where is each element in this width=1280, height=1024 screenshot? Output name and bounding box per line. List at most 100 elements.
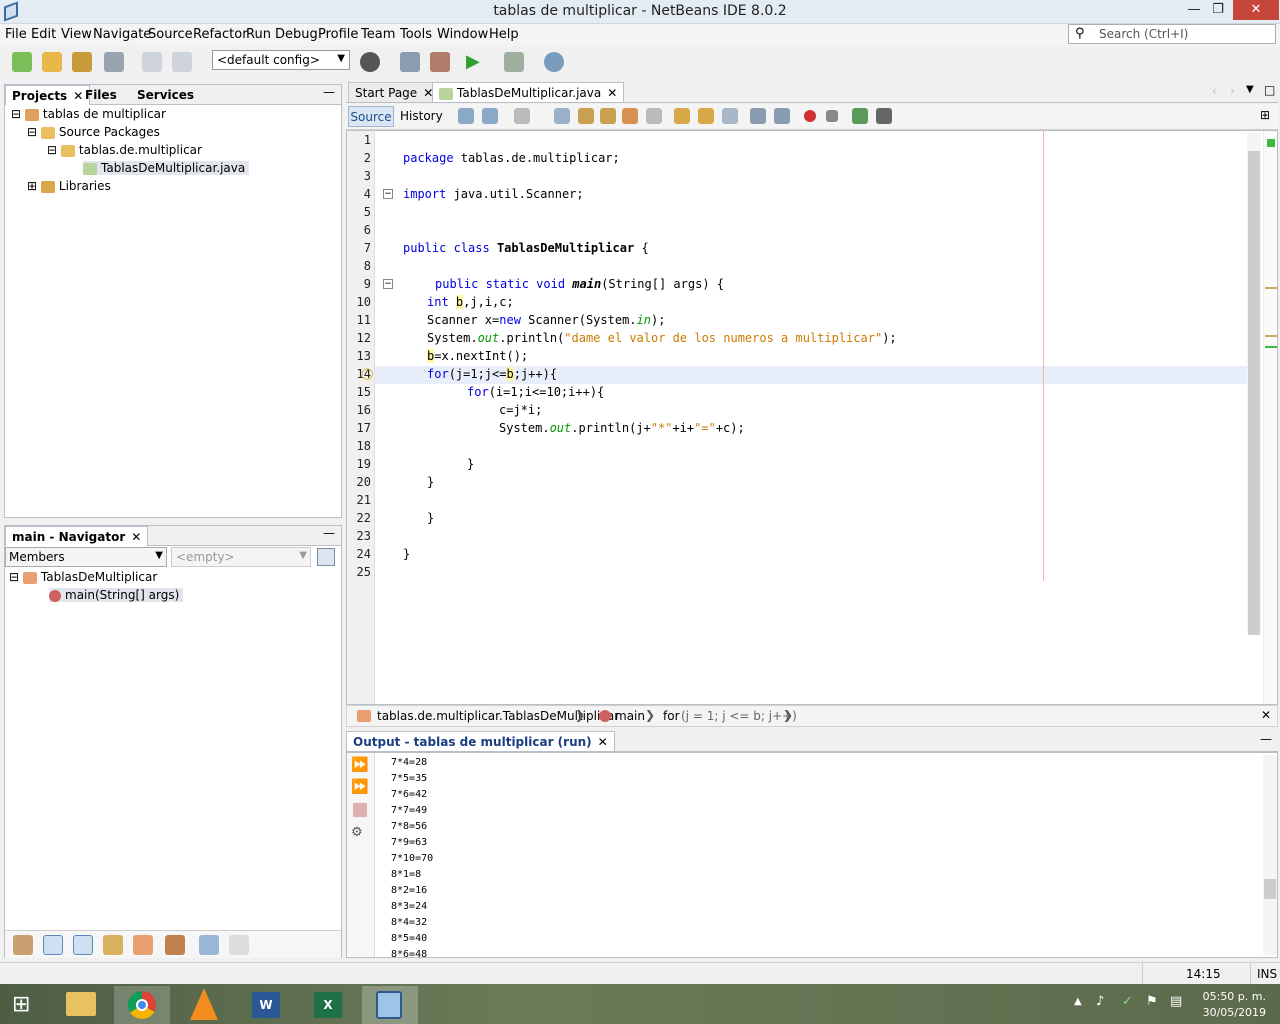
scroll-left-icon[interactable]: ‹ <box>1212 84 1217 98</box>
collapse-icon[interactable]: ⊟ <box>9 570 19 584</box>
mark[interactable] <box>1265 287 1277 289</box>
shift-right-icon[interactable] <box>774 108 790 124</box>
windows-start-icon[interactable]: ⊞ <box>12 992 30 1017</box>
uncomment-icon[interactable] <box>876 108 892 124</box>
run-project-icon[interactable]: ▶ <box>466 52 486 72</box>
stop-icon[interactable] <box>353 803 367 817</box>
scrollbar-thumb[interactable] <box>1264 879 1276 899</box>
show-static-icon[interactable] <box>73 935 93 955</box>
find-next-icon[interactable] <box>600 108 616 124</box>
sort-by-name-icon[interactable] <box>199 935 219 955</box>
menu-profile[interactable]: Profile <box>318 27 358 42</box>
comment-icon[interactable] <box>852 108 868 124</box>
chrome-icon[interactable] <box>114 986 170 1024</box>
new-project-icon[interactable] <box>42 52 62 72</box>
redo-icon[interactable] <box>172 52 192 72</box>
config-select[interactable]: <default config> ▼ <box>212 50 350 70</box>
close-icon[interactable]: ✕ <box>607 86 617 100</box>
menu-file[interactable]: File <box>5 27 27 42</box>
show-hidden-icons-icon[interactable]: ▲ <box>1074 996 1082 1007</box>
action-center-flag-icon[interactable]: ⚑ <box>1146 994 1158 1009</box>
fold-icon[interactable]: − <box>383 279 393 289</box>
clean-and-build-icon[interactable] <box>430 52 450 72</box>
show-inner-classes-icon[interactable] <box>133 935 153 955</box>
clean-build-hammer-icon[interactable] <box>400 52 420 72</box>
menu-view[interactable]: View <box>61 27 92 42</box>
tab-start-page[interactable]: Start Page ✕ <box>348 82 441 102</box>
minimize-panel-icon[interactable]: — <box>1260 732 1272 746</box>
security-icon[interactable]: ✓ <box>1122 994 1133 1009</box>
breadcrumb-method[interactable]: main <box>615 709 645 723</box>
rerun-icon[interactable]: ⏩ <box>351 757 368 773</box>
tab-projects[interactable]: Projects ✕ <box>5 85 91 105</box>
file-explorer-icon[interactable] <box>54 986 110 1024</box>
menu-navigate[interactable]: Navigate <box>93 27 151 42</box>
scope-select[interactable]: <empty> ▼ <box>171 547 311 567</box>
vertical-scrollbar[interactable] <box>1247 133 1261 635</box>
menu-run[interactable]: Run <box>246 27 271 42</box>
menu-debug[interactable]: Debug <box>275 27 318 42</box>
members-filter-select[interactable]: Members ▼ <box>5 547 167 567</box>
output-scrollbar[interactable] <box>1263 755 1277 955</box>
search-input[interactable]: ⚲ Search (Ctrl+I) <box>1068 24 1276 44</box>
collapse-icon[interactable]: ⊟ <box>27 125 37 139</box>
navigator-options-icon[interactable] <box>317 548 335 566</box>
mark[interactable] <box>1265 335 1277 337</box>
find-previous-icon[interactable] <box>578 108 594 124</box>
debug-project-icon[interactable] <box>504 52 524 72</box>
menu-tools[interactable]: Tools <box>400 27 432 42</box>
close-icon[interactable]: ✕ <box>131 530 141 544</box>
menu-help[interactable]: Help <box>489 27 519 42</box>
next-bookmark-icon[interactable] <box>698 108 714 124</box>
inherited-members-icon[interactable] <box>13 935 33 955</box>
menu-team[interactable]: Team <box>361 27 395 42</box>
back-icon[interactable] <box>482 108 498 124</box>
scroll-right-icon[interactable]: › <box>1230 84 1235 98</box>
rect-selection-icon[interactable] <box>646 108 662 124</box>
find-icon[interactable] <box>554 108 570 124</box>
code-editor[interactable]: 1 2 3 4 5 6 7 8 9 10 11 12 13 14 15 16 17 18 19 20 21 22 23 24 2… <box>346 130 1278 705</box>
start-macro-icon[interactable] <box>804 110 816 122</box>
history-button[interactable]: History <box>400 109 443 123</box>
menu-refactor[interactable]: Refactor <box>193 27 248 42</box>
volume-icon[interactable]: ♪ <box>1096 994 1104 1009</box>
last-edit-icon[interactable] <box>458 108 474 124</box>
maximize-button[interactable]: ❐ <box>1204 0 1232 20</box>
forward-icon[interactable] <box>514 108 530 124</box>
prev-bookmark-icon[interactable] <box>674 108 690 124</box>
undo-icon[interactable] <box>142 52 162 72</box>
clock-time[interactable]: 05:50 p. m. <box>1196 990 1266 1003</box>
close-icon[interactable]: ✕ <box>598 735 608 749</box>
collapse-icon[interactable]: ⊟ <box>11 107 21 121</box>
lightbulb-hint-icon[interactable]: ◯ <box>361 367 373 380</box>
tree-item-libraries[interactable]: ⊞ Libraries <box>27 179 111 193</box>
fqn-icon[interactable] <box>165 935 185 955</box>
nav-item-class[interactable]: ⊟ TablasDeMultiplicar <box>9 570 157 584</box>
show-fields-icon[interactable] <box>43 935 63 955</box>
rerun-with-params-icon[interactable]: ⏩ <box>351 779 368 795</box>
sort-by-source-icon[interactable] <box>229 935 249 955</box>
netbeans-taskbar-icon[interactable] <box>362 986 418 1024</box>
split-window-icon[interactable]: ⊞ <box>1260 108 1270 122</box>
vlc-icon[interactable] <box>176 986 232 1024</box>
minimize-panel-icon[interactable]: — <box>323 85 335 99</box>
stop-macro-icon[interactable] <box>826 110 838 122</box>
show-private-icon[interactable] <box>103 935 123 955</box>
save-all-icon[interactable] <box>104 52 124 72</box>
maximize-window-icon[interactable]: □ <box>1264 83 1275 97</box>
tree-item-package[interactable]: ⊟ tablas.de.multiplicar <box>47 143 202 157</box>
target-platform-icon[interactable] <box>360 52 380 72</box>
tree-item-source-packages[interactable]: ⊟ Source Packages <box>27 125 160 139</box>
toggle-bookmark-icon[interactable] <box>722 108 738 124</box>
show-opened-documents-icon[interactable]: ▼ <box>1246 84 1254 95</box>
menu-edit[interactable]: Edit <box>31 27 56 42</box>
profile-project-icon[interactable] <box>544 52 564 72</box>
shift-left-icon[interactable] <box>750 108 766 124</box>
breadcrumb-for[interactable]: for <box>663 709 680 723</box>
tree-item-project[interactable]: ⊟ tablas de multiplicar <box>11 107 166 121</box>
word-icon[interactable]: W <box>238 986 294 1024</box>
collapse-icon[interactable]: ⊟ <box>47 143 57 157</box>
tab-output[interactable]: Output - tablas de multiplicar (run) ✕ <box>346 731 615 751</box>
tree-item-java-file[interactable]: TablasDeMultiplicar.java <box>83 161 250 175</box>
source-button[interactable]: Source <box>348 106 394 127</box>
